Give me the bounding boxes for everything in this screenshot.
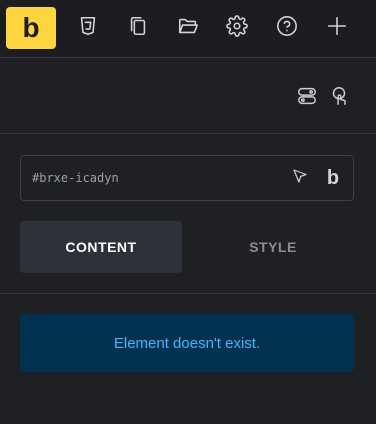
bricks-logo-button[interactable]: b: [6, 7, 56, 49]
tab-content-label: CONTENT: [65, 239, 137, 255]
tab-content[interactable]: CONTENT: [20, 221, 182, 273]
help-icon: [276, 15, 298, 42]
pages-button[interactable]: [116, 7, 160, 49]
bricks-id-button[interactable]: b: [323, 166, 343, 189]
help-button[interactable]: [265, 7, 309, 49]
css3-button[interactable]: [66, 7, 110, 49]
element-id-text: #brxe-icadyn: [32, 171, 119, 185]
templates-button[interactable]: [166, 7, 210, 49]
panel-actions-bar: [0, 58, 376, 134]
settings-icon: [226, 14, 248, 42]
element-missing-notice: Element doesn't exist.: [20, 314, 354, 372]
interactions-button[interactable]: [328, 85, 352, 109]
pages-icon: [127, 15, 149, 42]
add-element-button[interactable]: [315, 7, 359, 49]
toggle-layout-button[interactable]: [296, 85, 320, 109]
notice-text: Element doesn't exist.: [113, 334, 261, 352]
css3-icon: [77, 15, 99, 42]
pointer-hand-icon: [328, 87, 350, 111]
tab-style[interactable]: STYLE: [192, 221, 354, 273]
bricks-b-icon: b: [326, 166, 340, 189]
divider: [0, 293, 376, 294]
folder-icon: [177, 15, 199, 42]
settings-button[interactable]: [215, 7, 259, 49]
logo-letter: b: [22, 12, 40, 43]
tab-style-label: STYLE: [249, 239, 297, 255]
select-element-button[interactable]: [290, 168, 310, 188]
add-icon: [326, 15, 348, 42]
cursor-arrow-icon: [291, 167, 309, 190]
top-toolbar: b: [0, 0, 376, 58]
element-id-field[interactable]: #brxe-icadyn b: [20, 155, 354, 201]
toggle-icon: [296, 87, 318, 111]
